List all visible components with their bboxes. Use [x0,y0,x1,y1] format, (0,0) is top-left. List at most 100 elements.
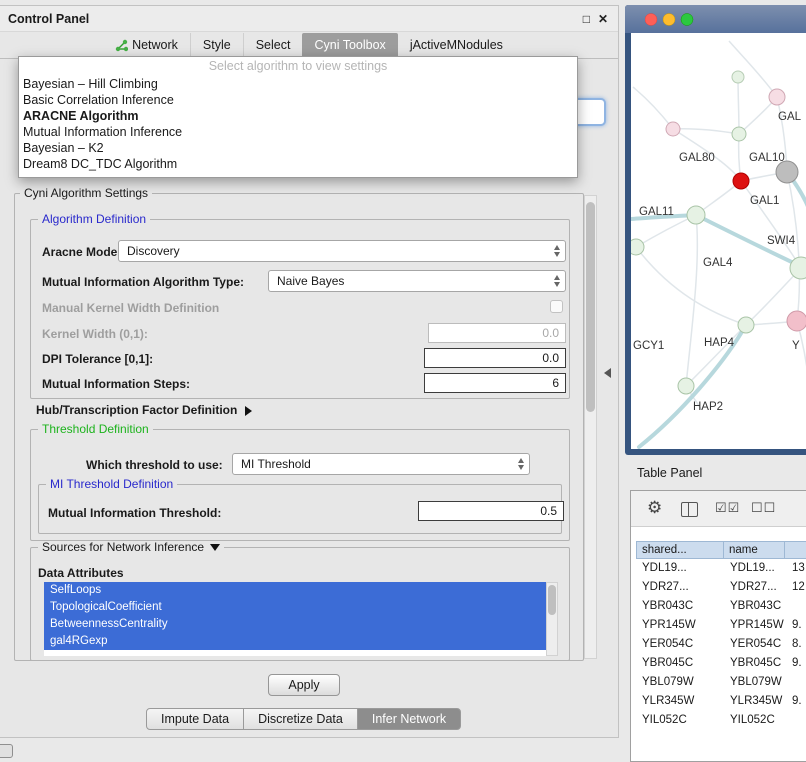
cell[interactable] [786,711,806,730]
network-canvas[interactable]: GAL GAL80 GAL10 GAL1 GAL11 SWI4 GAL4 GCY… [631,33,806,449]
cell[interactable]: YBR043C [636,597,724,616]
mi-threshold-field[interactable]: 0.5 [418,501,564,521]
table-row[interactable]: YBL079WYBL079W [636,673,806,692]
table-row[interactable]: YBR043CYBR043C [636,597,806,616]
table-row[interactable]: YDR27...YDR27...12 [636,578,806,597]
cell[interactable]: YER054C [636,635,724,654]
dropdown-option[interactable]: Basic Correlation Inference [19,92,577,108]
float-window-icon[interactable]: □ [583,12,590,26]
which-threshold-value: MI Threshold [233,457,311,471]
node[interactable] [666,122,680,136]
tab-select-label: Select [256,38,291,52]
node[interactable] [687,206,705,224]
cell[interactable]: 13 [786,559,806,578]
table-row[interactable]: YPR145WYPR145W9. [636,616,806,635]
list-item[interactable]: BetweennessCentrality [44,616,546,633]
list-item[interactable]: SelfLoops [44,582,546,599]
column-header-shared-name[interactable]: shared... [636,541,724,559]
which-threshold-combobox[interactable]: MI Threshold [232,453,530,475]
cell[interactable]: YLR345W [636,692,724,711]
table-row[interactable]: YBR045CYBR045C9. [636,654,806,673]
gear-icon[interactable]: ⚙ [647,498,662,518]
node-selected-red[interactable] [733,173,749,189]
tab-infer-network[interactable]: Infer Network [357,708,461,730]
cell[interactable]: YPR145W [724,616,786,635]
select-all-icon[interactable]: ☑☑ [715,500,740,516]
node[interactable] [678,378,694,394]
attribute-list-scrollbar[interactable] [546,582,558,656]
cell[interactable]: YIL052C [724,711,786,730]
node-gray[interactable] [776,161,798,183]
tab-impute-data[interactable]: Impute Data [146,708,244,730]
cell[interactable]: YER054C [724,635,786,654]
settings-scrollbar[interactable] [584,195,597,659]
dropdown-option[interactable]: Mutual Information Inference [19,124,577,140]
dropdown-option[interactable]: Bayesian – Hill Climbing [19,76,577,92]
settings-scrollbar-thumb[interactable] [586,202,595,412]
mi-type-combobox[interactable]: Naive Bayes [268,270,566,292]
cell[interactable]: 12 [786,578,806,597]
node-pink[interactable] [787,311,806,331]
minimize-window-icon[interactable] [663,14,675,26]
cell[interactable]: YPR145W [636,616,724,635]
node[interactable] [769,89,785,105]
dropdown-option[interactable]: Dream8 DC_TDC Algorithm [19,156,577,172]
cell[interactable]: YBR043C [724,597,786,616]
aracne-mode-combobox[interactable]: Discovery [118,240,566,262]
cell[interactable]: 9. [786,692,806,711]
cell[interactable]: YDL19... [724,559,786,578]
cell[interactable]: 9. [786,616,806,635]
table-row[interactable]: YIL052CYIL052C [636,711,806,730]
dpi-tolerance-field[interactable]: 0.0 [424,348,566,368]
node[interactable] [732,127,746,141]
cell[interactable] [786,597,806,616]
cell[interactable]: YBL079W [636,673,724,692]
node-label: HAP4 [704,337,735,349]
tab-cyni-toolbox[interactable]: Cyni Toolbox [302,33,397,58]
node[interactable] [732,71,744,83]
minimized-window-icon[interactable] [0,744,13,758]
sources-legend-toggle[interactable]: Sources for Network Inference [38,541,224,554]
deselect-all-icon[interactable]: ☐☐ [751,500,776,516]
cell[interactable]: 8. [786,635,806,654]
cell[interactable]: YBR045C [724,654,786,673]
column-header-partial[interactable] [784,541,806,559]
table-row[interactable]: YLR345WYLR345W9. [636,692,806,711]
panel-splitter-collapse-icon[interactable] [604,368,611,378]
node-label: GAL10 [749,152,785,164]
cell[interactable]: 9. [786,654,806,673]
cell[interactable]: YDL19... [636,559,724,578]
columns-icon[interactable] [681,502,698,517]
list-item[interactable]: gal4RGexp [44,633,546,650]
mi-steps-field[interactable]: 6 [424,373,566,393]
cell[interactable] [786,673,806,692]
tab-style[interactable]: Style [190,33,243,58]
cell[interactable]: YDR27... [636,578,724,597]
tab-jactivemodules[interactable]: jActiveMNodules [398,33,515,58]
tab-select[interactable]: Select [243,33,303,58]
cell[interactable]: YLR345W [724,692,786,711]
column-header-name[interactable]: name [723,541,785,559]
cell[interactable]: YBL079W [724,673,786,692]
dropdown-option[interactable]: Bayesian – K2 [19,140,577,156]
kernel-width-field[interactable]: 0.0 [428,323,566,343]
cell[interactable]: YIL052C [636,711,724,730]
dropdown-option-selected[interactable]: ARACNE Algorithm [19,108,577,124]
manual-kernel-checkbox[interactable] [550,300,563,313]
apply-button[interactable]: Apply [268,674,340,696]
tab-network[interactable]: Network [103,33,190,58]
zoom-window-icon[interactable] [681,14,693,26]
tab-discretize-data[interactable]: Discretize Data [243,708,358,730]
close-icon[interactable]: ✕ [598,12,608,26]
list-item[interactable]: TopologicalCoefficient [44,599,546,616]
node[interactable] [738,317,754,333]
cell[interactable]: YBR045C [636,654,724,673]
table-row[interactable]: YER054CYER054C8. [636,635,806,654]
close-window-icon[interactable] [645,14,657,26]
aracne-mode-value: Discovery [119,244,180,258]
node[interactable] [631,239,644,255]
cell[interactable]: YDR27... [724,578,786,597]
hub-tf-section-toggle[interactable]: Hub/Transcription Factor Definition [36,403,252,417]
attribute-list-scrollbar-thumb[interactable] [548,585,556,615]
table-row[interactable]: YDL19...YDL19...13 [636,559,806,578]
